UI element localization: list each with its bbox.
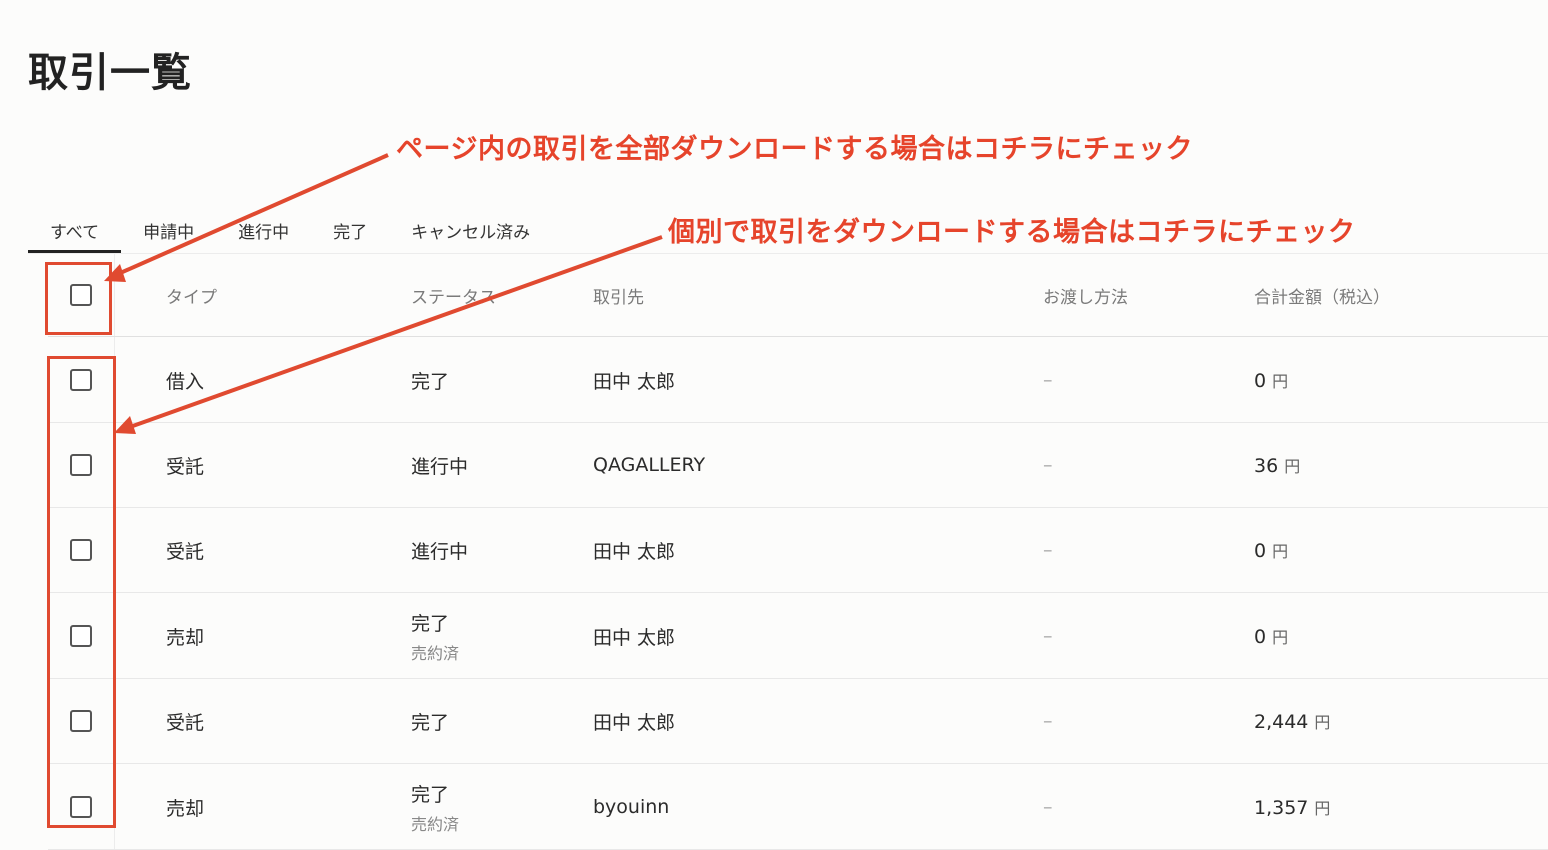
row-method: –	[1043, 625, 1053, 647]
row-partner: 田中 太郎	[593, 626, 676, 649]
status-sublabel: 売約済	[411, 643, 460, 663]
annotation-select-all: ページ内の取引を全部ダウンロードする場合はコチラにチェック	[396, 134, 1193, 165]
row-status: 進行中	[411, 423, 468, 507]
table-row[interactable]: 受託 進行中 田中 太郎 – 0円	[48, 508, 1548, 593]
row-type: 借入	[166, 370, 205, 393]
total-amount: 0	[1254, 370, 1267, 392]
tab-applying[interactable]: 申請中	[121, 218, 216, 253]
row-total: 1,357 円	[1254, 765, 1330, 849]
row-partner: QAGALLERY	[593, 454, 706, 476]
status-sublabel: 売約済	[411, 814, 460, 834]
status-label: 完了	[411, 783, 450, 806]
row-method: –	[1043, 539, 1053, 561]
row-type: 売却	[166, 626, 205, 649]
table-row[interactable]: 売却 完了売約済 byouinn – 1,357 円	[48, 765, 1548, 850]
row-partner: 田中 太郎	[593, 711, 676, 734]
tab-in-progress[interactable]: 進行中	[216, 218, 311, 253]
row-method: –	[1043, 454, 1053, 476]
row-status: 完了	[411, 679, 449, 763]
row-partner: byouinn	[593, 796, 670, 818]
header-total: 合計金額（税込）	[1254, 287, 1390, 308]
status-tabs: すべて 申請中 進行中 完了 キャンセル済み	[28, 218, 552, 253]
total-amount: 1,357	[1254, 797, 1309, 819]
annotation-select-individual: 個別で取引をダウンロードする場合はコチラにチェック	[668, 217, 1356, 248]
yen-unit: 円	[1284, 457, 1301, 476]
row-status: 完了 売約済	[411, 765, 459, 849]
tab-all[interactable]: すべて	[28, 218, 122, 253]
yen-unit: 円	[1314, 799, 1331, 818]
yen-unit: 円	[1272, 628, 1289, 647]
yen-unit: 円	[1272, 372, 1289, 391]
table-row[interactable]: 受託 進行中 QAGALLERY – 36 円	[48, 423, 1548, 508]
row-type: 売却	[166, 797, 205, 820]
status-label: 進行中	[411, 540, 469, 563]
yen-unit: 円	[1272, 542, 1289, 561]
status-label: 完了	[411, 711, 450, 734]
header-type: タイプ	[166, 287, 217, 308]
table-row[interactable]: 借入 完了 田中 太郎 – 0円	[48, 338, 1548, 423]
total-amount: 0	[1254, 626, 1267, 648]
row-status: 完了 売約済	[411, 594, 459, 678]
status-label: 進行中	[411, 455, 469, 478]
row-partner: 田中 太郎	[593, 540, 676, 563]
row-method: –	[1043, 369, 1053, 391]
row-total: 0円	[1254, 338, 1288, 422]
row-partner: 田中 太郎	[593, 370, 676, 393]
row-total: 0円	[1254, 508, 1288, 592]
table-row[interactable]: 受託 完了 田中 太郎 – 2,444 円	[48, 679, 1548, 764]
header-method: お渡し方法	[1043, 287, 1128, 308]
row-method: –	[1043, 796, 1053, 818]
table-row[interactable]: 売却 完了売約済 田中 太郎 – 0円	[48, 594, 1548, 679]
header-status: ステータス	[411, 287, 496, 308]
tab-cancelled[interactable]: キャンセル済み	[389, 218, 552, 253]
row-type: 受託	[166, 455, 205, 478]
header-partner: 取引先	[593, 287, 644, 308]
tab-completed[interactable]: 完了	[311, 218, 389, 253]
total-amount: 2,444	[1254, 711, 1309, 733]
status-label: 完了	[411, 612, 450, 635]
row-status: 進行中	[411, 508, 468, 592]
row-total: 36 円	[1254, 423, 1300, 507]
row-method: –	[1043, 710, 1053, 732]
status-label: 完了	[411, 370, 450, 393]
total-amount: 0	[1254, 540, 1267, 562]
total-amount: 36	[1254, 455, 1279, 477]
page-title: 取引一覧	[28, 50, 192, 96]
row-total: 0円	[1254, 594, 1288, 678]
row-type: 受託	[166, 711, 205, 734]
table-header-row: タイプ ステータス 取引先 お渡し方法 合計金額（税込）	[48, 254, 1548, 337]
select-all-highlight-box	[45, 262, 112, 335]
row-total: 2,444 円	[1254, 679, 1330, 763]
yen-unit: 円	[1314, 713, 1331, 732]
row-checkboxes-highlight-box	[47, 356, 116, 828]
row-status: 完了	[411, 338, 449, 422]
row-type: 受託	[166, 540, 205, 563]
